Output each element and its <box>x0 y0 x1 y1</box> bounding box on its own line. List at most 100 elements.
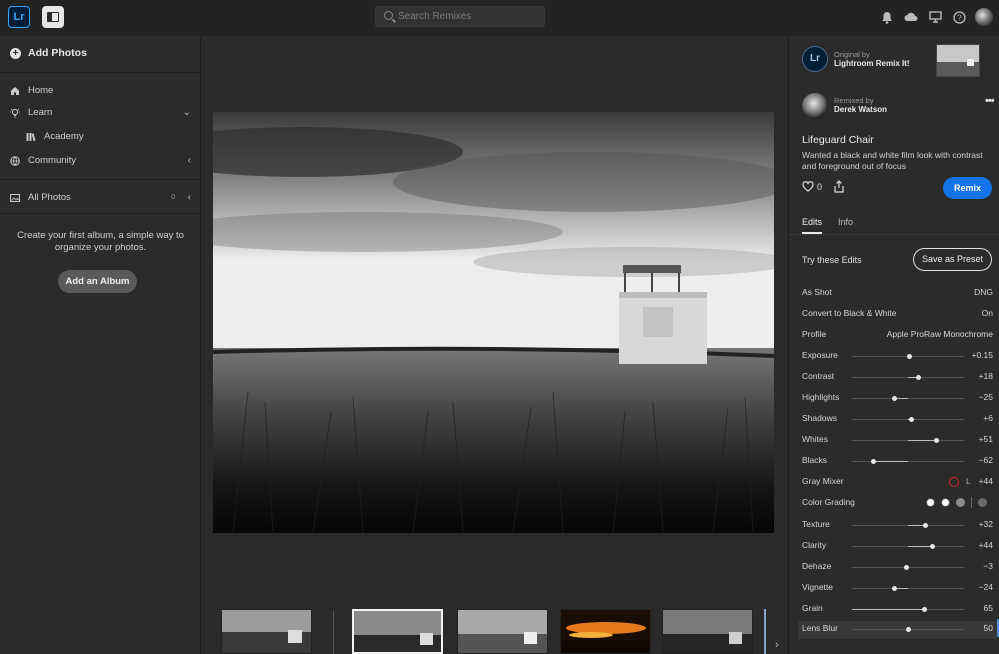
edit-row-profile: Profile Apple ProRaw Monochrome <box>802 327 993 343</box>
edit-row-as-shot: As Shot DNG <box>802 285 993 301</box>
edit-value: −3 <box>983 561 993 571</box>
like-button[interactable]: 0 <box>802 181 822 192</box>
sidebar-item-community[interactable]: Community ‹ <box>10 155 191 166</box>
slider-knob[interactable] <box>934 437 940 443</box>
left-sidebar: + Add Photos Home Learn ⌄ Academy Commun… <box>0 37 201 654</box>
edit-value: On <box>981 308 993 318</box>
gray-mixer-ring-icon[interactable] <box>949 477 959 487</box>
original-by-name[interactable]: Lightroom Remix It! <box>834 59 910 68</box>
slider-knob[interactable] <box>905 626 911 632</box>
help-icon[interactable]: ? <box>951 9 967 25</box>
tab-info[interactable]: Info <box>838 217 853 234</box>
slider-knob[interactable] <box>930 543 936 549</box>
sidebar-item-all-photos[interactable]: All Photos 0 ‹ <box>10 192 191 203</box>
globe-icon <box>10 155 20 166</box>
bell-icon[interactable] <box>879 9 895 25</box>
filmstrip-thumb-selected[interactable] <box>352 609 443 654</box>
lightroom-logo[interactable]: Lr <box>8 6 30 28</box>
edit-row-convert-bw: Convert to Black & White On <box>802 306 993 322</box>
chevron-down-icon[interactable]: ⌄ <box>183 107 191 118</box>
chevron-right-icon[interactable]: › <box>775 639 779 651</box>
slider-knob[interactable] <box>922 606 928 612</box>
edit-label: Shadows <box>802 413 837 423</box>
remixed-by-name[interactable]: Derek Watson <box>834 105 887 114</box>
slider-knob[interactable] <box>870 458 876 464</box>
sidebar-item-label: Home <box>28 85 54 96</box>
edit-label: Grain <box>802 603 823 613</box>
remix-button[interactable]: Remix <box>943 177 992 199</box>
add-album-button[interactable]: Add an Album <box>58 270 137 293</box>
filmstrip-thumb-original[interactable] <box>221 609 312 654</box>
edit-label: Blacks <box>802 455 828 465</box>
cloud-icon[interactable] <box>903 9 919 25</box>
present-icon[interactable] <box>927 9 943 25</box>
slider-knob[interactable] <box>908 416 914 422</box>
filmstrip-thumb-sunset[interactable] <box>560 609 651 654</box>
remix-panel: Lr Original by Lightroom Remix It! Remix… <box>788 37 999 654</box>
photo-image <box>213 112 774 533</box>
sidebar-item-home[interactable]: Home <box>10 85 191 96</box>
remixer-avatar[interactable] <box>802 93 828 119</box>
edit-value: +18 <box>978 371 993 381</box>
edit-value: Apple ProRaw Monochrome <box>886 329 993 339</box>
edit-row-clarity: Clarity +44 <box>802 538 993 554</box>
edit-value: −24 <box>978 582 993 592</box>
books-icon <box>26 132 36 141</box>
original-author-avatar[interactable]: Lr <box>802 46 828 72</box>
slider-fill <box>908 440 937 441</box>
slider-knob[interactable] <box>903 564 909 570</box>
color-grading-midtones-dot[interactable] <box>941 498 950 507</box>
original-by: Original by Lightroom Remix It! <box>834 50 910 68</box>
main-view: › <box>201 37 788 654</box>
main-photo[interactable] <box>213 112 774 533</box>
remix-title: Lifeguard Chair <box>802 134 874 146</box>
photos-icon <box>10 193 20 202</box>
divider <box>971 497 972 508</box>
edit-label: Vignette <box>802 582 834 592</box>
edit-value: +0.15 <box>971 350 993 360</box>
slider-fill <box>908 546 933 547</box>
edit-row-shadows: Shadows +6 <box>802 411 993 427</box>
user-avatar[interactable] <box>975 8 993 26</box>
slider-knob[interactable] <box>891 395 897 401</box>
search-box[interactable] <box>375 6 545 27</box>
photo-count: 0 <box>171 194 175 201</box>
edit-label: Highlights <box>802 392 840 402</box>
edit-row-grain: Grain 65 <box>802 601 993 617</box>
color-grading-global-dot[interactable] <box>978 498 987 507</box>
sidebar-item-label: Learn <box>28 107 53 118</box>
gray-mixer-channel: L <box>966 476 971 486</box>
color-grading-shadows-dot[interactable] <box>926 498 935 507</box>
search-input[interactable] <box>398 9 538 24</box>
like-count: 0 <box>817 181 823 192</box>
color-grading-highlights-dot[interactable] <box>956 498 965 507</box>
more-options-icon[interactable]: ••• <box>985 95 995 107</box>
edit-label: Lens Blur <box>802 623 838 633</box>
edit-label: Contrast <box>802 371 835 381</box>
filmstrip-thumb[interactable] <box>457 609 548 654</box>
share-icon[interactable] <box>833 180 845 193</box>
add-photos-button[interactable]: + Add Photos <box>10 47 87 59</box>
sidebar-item-learn[interactable]: Learn ⌄ <box>10 107 191 118</box>
edit-row-vignette: Vignette −24 <box>802 580 993 596</box>
slider-knob[interactable] <box>923 522 929 528</box>
slider-knob[interactable] <box>915 374 921 380</box>
sidebar-item-academy[interactable]: Academy <box>26 131 186 142</box>
edit-value: +44 <box>978 476 993 486</box>
original-by-label: Original by <box>834 50 870 59</box>
tabs-divider <box>789 234 999 235</box>
chevron-left-icon[interactable]: ‹ <box>188 192 191 203</box>
edit-row-contrast: Contrast +18 <box>802 369 993 385</box>
tab-edits[interactable]: Edits <box>802 217 823 234</box>
filmstrip-thumb[interactable] <box>662 609 753 654</box>
save-as-preset-button[interactable]: Save as Preset <box>913 248 992 271</box>
panel-toggle-button[interactable] <box>42 6 64 28</box>
sidebar-item-label: All Photos <box>28 192 71 203</box>
chevron-left-icon[interactable]: ‹ <box>188 155 191 166</box>
edit-label: As Shot <box>802 287 832 297</box>
slider-knob[interactable] <box>892 585 898 591</box>
slider-knob[interactable] <box>906 353 912 359</box>
svg-text:?: ? <box>957 13 962 22</box>
original-photo-thumb[interactable] <box>936 44 980 77</box>
empty-albums-text: Create your first album, a simple way to… <box>17 230 184 253</box>
